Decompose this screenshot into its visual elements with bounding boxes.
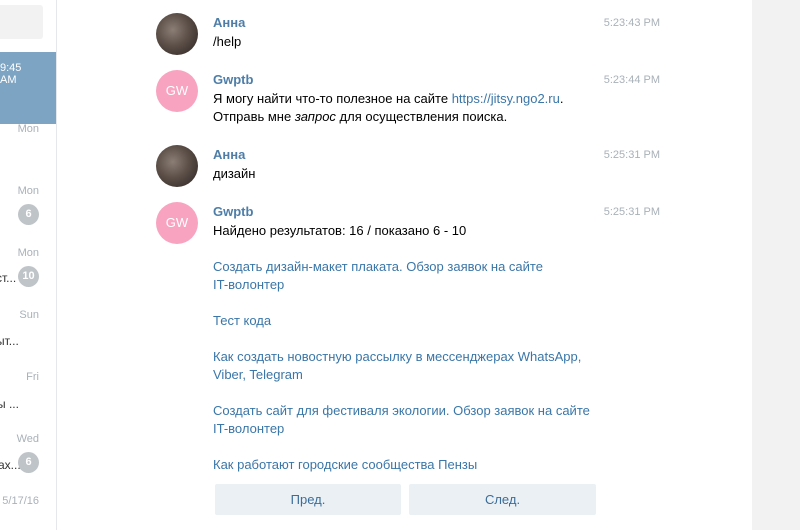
result-link[interactable]: Как работают городские сообщества Пензы	[213, 456, 613, 474]
message-text: дизайн	[213, 166, 256, 181]
result-link-line[interactable]: Создать дизайн-макет плаката. Обзор заяв…	[213, 258, 613, 276]
bot-avatar[interactable]: GW	[156, 202, 198, 244]
unread-badge: 6	[18, 204, 39, 225]
message-time: 5:25:31 PM	[603, 149, 660, 161]
next-button[interactable]: След.	[409, 484, 596, 515]
site-link[interactable]: https://jitsy.ngo2.ru	[452, 91, 560, 106]
message-author[interactable]: Gwptb	[213, 72, 253, 87]
right-panel	[752, 0, 800, 530]
message-text-part: .	[559, 91, 564, 106]
dialog-date: Sun	[19, 309, 39, 321]
dialog-item-active[interactable]: 9:45 AM	[0, 52, 56, 124]
message-time: 5:23:43 PM	[603, 17, 660, 29]
bot-avatar[interactable]: GW	[156, 70, 198, 112]
message-author[interactable]: Анна	[213, 147, 245, 162]
dialog-date: Wed	[16, 433, 39, 445]
unread-badge: 10	[18, 266, 39, 287]
dialog-date: Mon	[17, 123, 39, 135]
message-author[interactable]: Gwptb	[213, 204, 253, 219]
message-author[interactable]: Анна	[213, 15, 245, 30]
result-link-line[interactable]: Создать сайт для фестиваля экологии. Обз…	[213, 402, 613, 420]
message: GW Gwptb 5:25:31 PM Найдено результатов:…	[156, 202, 676, 482]
result-link[interactable]: Создать сайт для фестиваля экологии. Обз…	[213, 402, 613, 438]
message-text-emphasis: запрос	[294, 109, 336, 124]
result-link-line[interactable]: IT-волонтер	[213, 420, 613, 438]
user-avatar[interactable]	[156, 13, 198, 55]
result-link-line[interactable]: Viber, Telegram	[213, 366, 613, 384]
result-link[interactable]: Создать дизайн-макет плаката. Обзор заяв…	[213, 258, 613, 294]
dialog-time: 9:45 AM	[0, 62, 22, 86]
dialog-preview: ст...	[0, 271, 17, 285]
dialog-date: Mon	[17, 247, 39, 259]
dialog-preview: ыт...	[0, 334, 19, 348]
message: Анна 5:23:43 PM /help	[156, 13, 676, 55]
result-link-line[interactable]: Как создать новостную рассылку в мессенд…	[213, 348, 613, 366]
prev-button[interactable]: Пред.	[215, 484, 401, 515]
message: GW Gwptb 5:23:44 PM Я могу найти что-то …	[156, 70, 676, 130]
result-link[interactable]: Как создать новостную рассылку в мессенд…	[213, 348, 613, 384]
message: Анна 5:25:31 PM дизайн	[156, 145, 676, 187]
dialog-date: 5/17/16	[2, 495, 39, 507]
result-link-line[interactable]: Как работают городские сообщества Пензы	[213, 456, 613, 474]
search-input[interactable]	[0, 5, 43, 39]
dialog-date: Fri	[26, 371, 39, 383]
unread-badge: 6	[18, 452, 39, 473]
message-text-part: для осуществления поиска.	[335, 109, 508, 124]
user-avatar[interactable]	[156, 145, 198, 187]
results-summary: Найдено результатов: 16 / показано 6 - 1…	[213, 223, 467, 238]
dialog-preview: ы ...	[0, 397, 19, 411]
result-link-line[interactable]: Тест кода	[213, 312, 613, 330]
message-text: /help	[213, 34, 242, 49]
message-text: Найдено результатов: 16 / показано 6 - 1…	[213, 222, 613, 474]
result-link[interactable]: Тест кода	[213, 312, 613, 330]
dialog-date: Mon	[17, 185, 39, 197]
message-time: 5:23:44 PM	[603, 74, 660, 86]
dialog-list: 9:45 AM Mon Mon 6 Mon ст... 10 Sun ыт...…	[0, 0, 57, 530]
result-link-line[interactable]: IT-волонтер	[213, 276, 613, 294]
message-text-part: Я могу найти что-то полезное на сайте	[213, 91, 452, 106]
message-time: 5:25:31 PM	[603, 206, 660, 218]
message-text-part: Отправь мне	[213, 109, 295, 124]
message-text: Я могу найти что-то полезное на сайте ht…	[213, 90, 613, 126]
